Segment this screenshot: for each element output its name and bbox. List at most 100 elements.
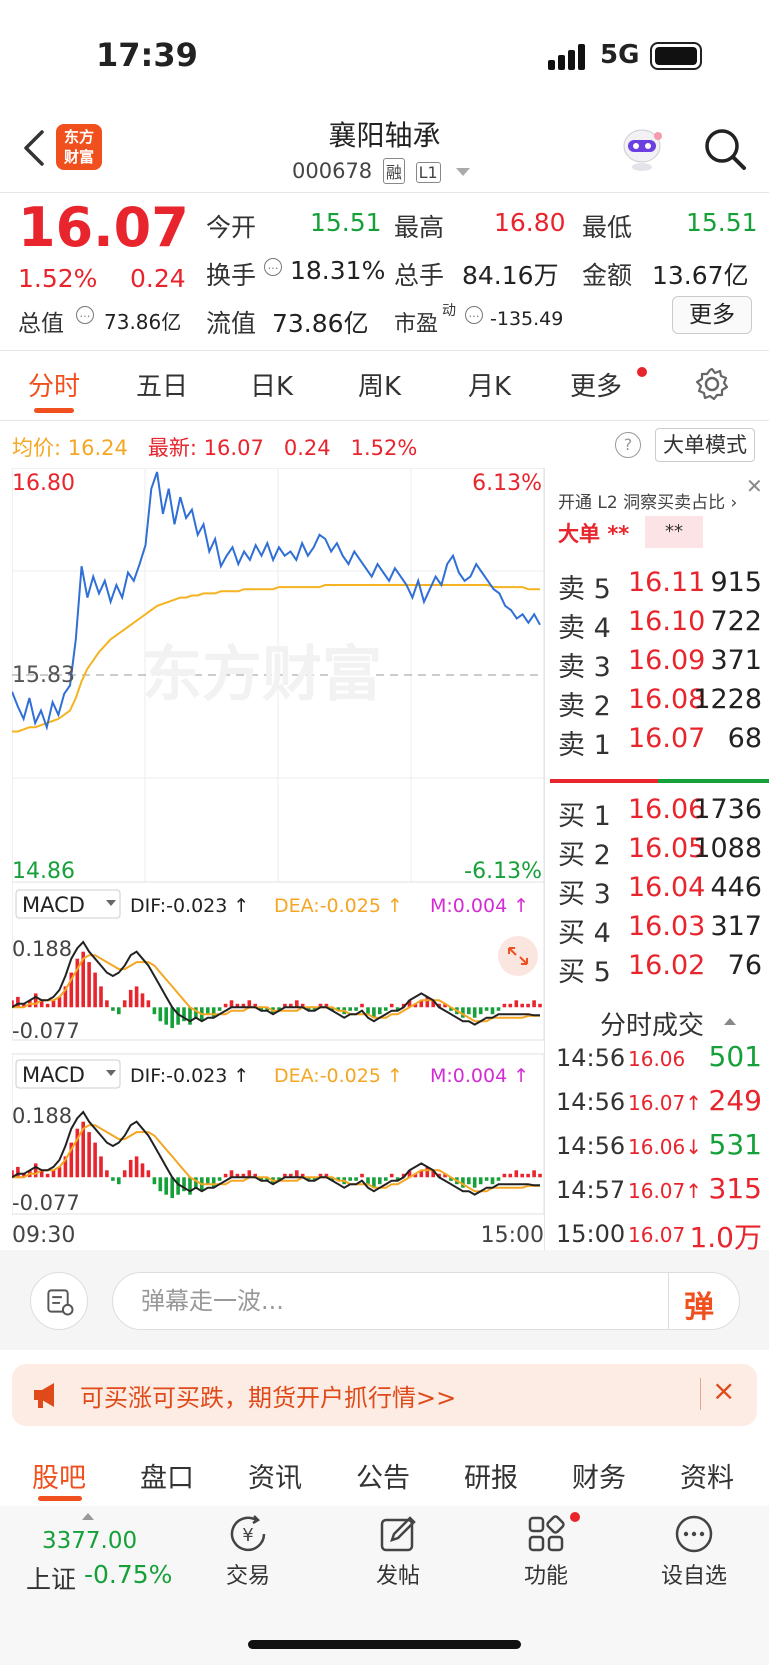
- macd-bar: [508, 1003, 513, 1008]
- dropdown-arrow-icon[interactable]: [456, 168, 470, 176]
- tab-daily-k[interactable]: 日K: [250, 366, 293, 403]
- big-order-value: **: [607, 522, 630, 546]
- nav-functions[interactable]: 功能: [496, 1512, 596, 1590]
- trade-time: 14:56: [556, 1044, 626, 1072]
- notification-dot: [637, 367, 647, 377]
- close-icon[interactable]: ✕: [746, 474, 763, 498]
- ask-label: 卖 2: [558, 691, 611, 722]
- bid-volume: 1088: [693, 833, 762, 864]
- comment-tools-icon[interactable]: [30, 1272, 88, 1330]
- ask-row[interactable]: 卖 3 16.09 371: [558, 645, 762, 685]
- big-order-mode-button[interactable]: 大单模式: [655, 428, 755, 462]
- stock-code-row[interactable]: 000678 融 L1: [292, 158, 441, 184]
- svg-text:¥: ¥: [242, 1525, 253, 1546]
- macd-1-dea: DEA:-0.025 ↑: [274, 895, 403, 917]
- trade-price: 16.06↓: [628, 1135, 703, 1159]
- macd-2-dea: DEA:-0.025 ↑: [274, 1065, 403, 1087]
- help-icon[interactable]: ?: [615, 432, 641, 458]
- bid-row[interactable]: 买 3 16.04 446: [558, 872, 762, 912]
- bid-row[interactable]: 买 4 16.03 317: [558, 911, 762, 951]
- tab-monthly-k[interactable]: 月K: [468, 366, 511, 403]
- battery-icon: [650, 42, 702, 70]
- trade-volume: 315: [708, 1172, 762, 1205]
- intraday-chart[interactable]: 东方财富 16.80 15.83 14.86 6.13% -6.13% MACD…: [12, 468, 544, 1250]
- macd-bar: [478, 1177, 483, 1185]
- nav-trade[interactable]: ¥ 交易: [198, 1512, 298, 1590]
- macd-bar: [526, 1173, 530, 1178]
- bid-row[interactable]: 买 2 16.05 1088: [558, 833, 762, 873]
- bid-volume: 317: [710, 911, 762, 942]
- tab-guba[interactable]: 股吧: [32, 1456, 86, 1495]
- macd-bar: [45, 1003, 50, 1008]
- trade-time: 14:56: [556, 1088, 626, 1116]
- avg-price-row: 均价: 16.24 最新: 16.07 0.24 1.52%: [12, 432, 417, 462]
- danmu-input[interactable]: 弹幕走一波...: [112, 1272, 740, 1330]
- chevron-up-icon[interactable]: [724, 1018, 736, 1025]
- tab-announcements[interactable]: 公告: [356, 1456, 410, 1495]
- macd-bar: [502, 1003, 507, 1008]
- danmu-toggle-button[interactable]: 弹: [684, 1282, 714, 1326]
- ask-ratio-bar: [550, 779, 658, 783]
- nav-post[interactable]: 发帖: [348, 1512, 448, 1590]
- ask-row[interactable]: 卖 5 16.11 915: [558, 567, 762, 607]
- latest-value: 16.07: [203, 436, 264, 460]
- mktcap-value: 73.86亿: [104, 310, 182, 334]
- x-end-label: 15:00: [481, 1223, 544, 1248]
- megaphone-icon: [34, 1383, 54, 1408]
- level-tag: L1: [415, 162, 441, 183]
- bid-row[interactable]: 买 5 16.02 76: [558, 950, 762, 990]
- tab-profile[interactable]: 资料: [680, 1456, 734, 1495]
- ask-row[interactable]: 卖 1 16.07 68: [558, 723, 762, 763]
- nav-add-watchlist[interactable]: 设自选: [644, 1512, 744, 1590]
- macd-bar: [384, 1177, 388, 1181]
- ad-separator: [700, 1378, 701, 1410]
- macd-bar: [164, 1177, 168, 1195]
- trade-time: 14:56: [556, 1132, 626, 1160]
- trades-title[interactable]: 分时成交: [600, 1005, 704, 1042]
- avg-value: 16.24: [67, 436, 128, 460]
- turnover-info-icon[interactable]: …: [264, 258, 282, 276]
- macd-bar: [484, 1007, 489, 1011]
- tab-pankou[interactable]: 盘口: [140, 1456, 194, 1495]
- pe-info-icon[interactable]: …: [465, 306, 483, 324]
- bid-price: 16.03: [628, 911, 706, 942]
- tab-intraday[interactable]: 分时: [28, 366, 80, 403]
- macd-bar: [128, 989, 133, 1008]
- bid-row[interactable]: 买 1 16.06 1736: [558, 794, 762, 834]
- tab-finance[interactable]: 财务: [572, 1456, 626, 1495]
- macd-bar: [99, 986, 103, 1008]
- macd-bar: [93, 1142, 97, 1178]
- macd-bar: [87, 962, 91, 1008]
- more-quote-button[interactable]: 更多: [672, 296, 752, 334]
- gear-icon[interactable]: [694, 366, 730, 402]
- x-start-label: 09:30: [12, 1223, 75, 1248]
- ask-row[interactable]: 卖 2 16.08 1228: [558, 684, 762, 724]
- bid-ratio-bar: [658, 779, 769, 783]
- expand-icon[interactable]: [498, 936, 538, 976]
- index-name[interactable]: 上证: [26, 1560, 76, 1596]
- chevron-up-icon[interactable]: [82, 1513, 94, 1520]
- search-icon[interactable]: [702, 126, 748, 172]
- tab-five-day[interactable]: 五日: [136, 366, 188, 403]
- macd-bar: [384, 1007, 388, 1011]
- ask-row[interactable]: 卖 4 16.10 722: [558, 606, 762, 646]
- low-label: 最低: [582, 213, 633, 242]
- robot-assistant-icon[interactable]: [618, 126, 666, 172]
- trade-volume: 531: [708, 1128, 762, 1161]
- y-top-label: 16.80: [12, 471, 75, 496]
- tab-weekly-k[interactable]: 周K: [358, 366, 401, 403]
- macd-bar: [158, 1007, 163, 1022]
- tab-news[interactable]: 资讯: [248, 1456, 302, 1495]
- tab-research[interactable]: 研报: [464, 1456, 518, 1495]
- ad-close-button[interactable]: ×: [712, 1374, 735, 1407]
- ask-volume: 915: [710, 567, 762, 598]
- mktcap-info-icon[interactable]: …: [76, 306, 94, 324]
- ad-text[interactable]: 可买涨可买跌，期货开户抓行情>>: [80, 1378, 456, 1413]
- turnover-label: 换手: [206, 261, 257, 290]
- index-value[interactable]: 3377.00: [42, 1528, 137, 1554]
- l2-upsell-link[interactable]: 开通 L2 洞察买卖占比 ›: [558, 488, 737, 513]
- trade-volume: 501: [708, 1040, 762, 1073]
- tab-more[interactable]: 更多: [570, 366, 622, 403]
- index-pct[interactable]: -0.75%: [84, 1560, 172, 1589]
- macd-bar: [146, 1000, 151, 1008]
